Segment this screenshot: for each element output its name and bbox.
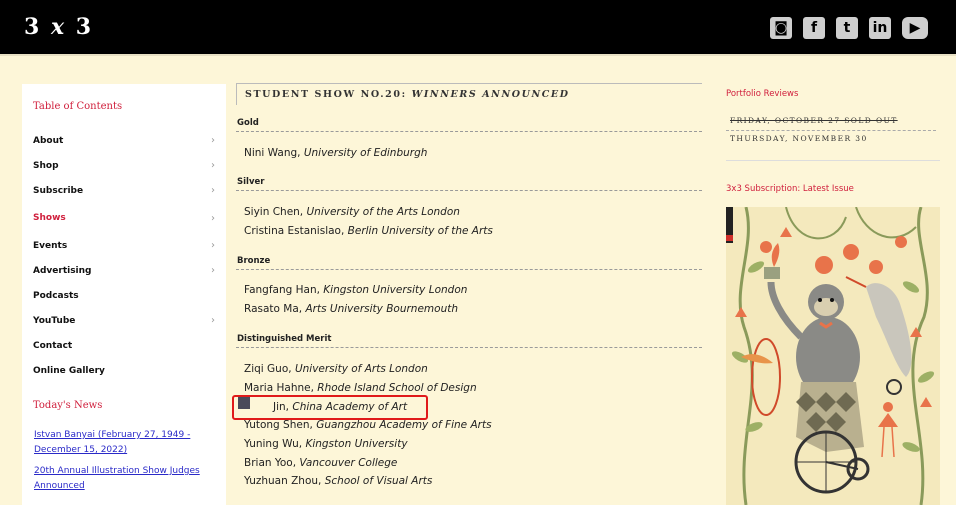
sidebar-item-label: Shop: [33, 160, 59, 171]
divider: [236, 131, 702, 132]
news-title: Today's News: [33, 400, 103, 411]
winner-school: Guangzhou Academy of Fine Arts: [316, 419, 492, 431]
sidebar-item-label: Subscribe: [33, 185, 84, 196]
winner-name: Yutong Shen,: [244, 419, 313, 431]
winner-school: University of the Arts London: [306, 206, 460, 218]
sidebar-item-shop[interactable]: Shop ›: [33, 153, 215, 178]
sidebar-item-about[interactable]: About ›: [33, 128, 215, 153]
cover-illustration: [726, 207, 940, 505]
event-date[interactable]: THURSDAY, NOVEMBER 30: [730, 134, 868, 143]
sidebar-item-contact[interactable]: Contact: [33, 333, 215, 358]
sidebar-item-podcasts[interactable]: Podcasts: [33, 283, 215, 308]
winner-row: Fangfang Han, Kingston University London: [244, 284, 467, 296]
winner-row: Maria Hahne, Rhode Island School of Desi…: [244, 382, 477, 394]
sidebar-item-online-gallery[interactable]: Online Gallery: [33, 358, 215, 383]
chevron-right-icon: ›: [211, 185, 215, 196]
chevron-right-icon: ›: [211, 135, 215, 146]
winner-row: Brian Yoo, Vancouver College: [244, 457, 397, 469]
page-title: STUDENT SHOW NO.20: WINNERS ANNOUNCED: [236, 83, 702, 105]
news-link[interactable]: 20th Annual Illustration Show Judges Ann…: [34, 464, 214, 494]
winner-name: Brian Yoo,: [244, 457, 297, 469]
site-logo[interactable]: 3 x 3: [24, 14, 93, 40]
winner-school: Berlin University of the Arts: [347, 225, 493, 237]
social-links: ◙ f t in ▶: [770, 17, 928, 39]
category-bronze: Bronze: [237, 256, 271, 266]
winner-school: Kingston University: [305, 438, 408, 450]
winner-row: Rasato Ma, Arts University Bournemouth: [244, 303, 458, 315]
winner-row: Yutong Shen, Guangzhou Academy of Fine A…: [244, 419, 492, 431]
instagram-icon[interactable]: ◙: [770, 17, 792, 39]
category-distinguished-merit: Distinguished Merit: [237, 334, 332, 344]
sidebar-item-label: Online Gallery: [33, 365, 105, 376]
divider: [236, 347, 702, 348]
divider: [236, 190, 702, 191]
chevron-right-icon: ›: [211, 212, 215, 224]
site-header: 3 x 3 ◙ f t in ▶: [0, 0, 956, 56]
sidebar-item-subscribe[interactable]: Subscribe ›: [33, 178, 215, 203]
winner-name: Yuzhuan Zhou,: [244, 475, 322, 487]
linkedin-icon[interactable]: in: [869, 17, 891, 39]
news-link[interactable]: Istvan Banyai (February 27, 1949 - Decem…: [34, 428, 214, 458]
chevron-right-icon: ›: [211, 265, 215, 276]
sidebar-item-label: Events: [33, 240, 68, 251]
winner-school: Arts University Bournemouth: [305, 303, 458, 315]
event-date-sold-out: FRIDAY, OCTOBER 27 SOLD OUT: [730, 116, 898, 125]
winner-name: Fangfang Han,: [244, 284, 320, 296]
facebook-icon[interactable]: f: [803, 17, 825, 39]
sidebar-item-events[interactable]: Events ›: [33, 233, 215, 258]
sidebar-item-label: Podcasts: [33, 290, 79, 301]
divider: [726, 160, 940, 161]
winner-school: Rhode Island School of Design: [317, 382, 477, 394]
winner-row: Nini Wang, University of Edinburgh: [244, 147, 427, 159]
portfolio-reviews-link[interactable]: Portfolio Reviews: [726, 89, 798, 99]
category-silver: Silver: [237, 177, 265, 187]
subscription-link[interactable]: 3x3 Subscription: Latest Issue: [726, 184, 854, 194]
winner-name: Nini Wang,: [244, 147, 301, 159]
winner-name: Cristina Estanislao,: [244, 225, 345, 237]
winner-name: Yuning Wu,: [244, 438, 303, 450]
winner-school: Kingston University London: [323, 284, 468, 296]
winner-row: Cristina Estanislao, Berlin University o…: [244, 225, 493, 237]
sidebar-item-label: YouTube: [33, 315, 76, 326]
sidebar-item-label: Contact: [33, 340, 73, 351]
sidebar-item-label: Advertising: [33, 265, 92, 276]
chevron-right-icon: ›: [211, 240, 215, 251]
page-title-main: STUDENT SHOW NO.20:: [245, 89, 407, 100]
page-title-sub: WINNERS ANNOUNCED: [411, 89, 570, 100]
tumblr-icon[interactable]: t: [836, 17, 858, 39]
winner-school: University of Edinburgh: [303, 147, 428, 159]
logo-digit: 3: [24, 14, 42, 40]
sidebar: Table of Contents About › Shop › Subscribe…: [22, 84, 226, 505]
winner-name: Ziqi Guo,: [244, 363, 292, 375]
chevron-right-icon: ›: [211, 315, 215, 326]
divider: [236, 269, 702, 270]
sidebar-item-label: About: [33, 135, 64, 146]
winner-name: Siyin Chen,: [244, 206, 304, 218]
sidebar-nav: About › Shop › Subscribe › Shows › Events › A…: [33, 128, 215, 383]
winner-name: Maria Hahne,: [244, 382, 314, 394]
toc-title: Table of Contents: [33, 101, 123, 112]
highlight-box: [232, 395, 428, 420]
sidebar-item-shows[interactable]: Shows ›: [33, 203, 215, 233]
news-list: Istvan Banyai (February 27, 1949 - Decem…: [34, 428, 214, 500]
winner-row: Yuning Wu, Kingston University: [244, 438, 408, 450]
youtube-icon[interactable]: ▶: [902, 17, 928, 39]
magazine-cover-image[interactable]: [726, 207, 940, 505]
sidebar-item-youtube[interactable]: YouTube ›: [33, 308, 215, 333]
winner-row: Yuzhuan Zhou, School of Visual Arts: [244, 475, 432, 487]
cursor-marker-icon: [238, 397, 250, 409]
category-gold: Gold: [237, 118, 259, 128]
sidebar-item-label: Shows: [33, 213, 66, 223]
divider: [726, 130, 936, 131]
logo-x: x: [50, 14, 67, 40]
sidebar-item-advertising[interactable]: Advertising ›: [33, 258, 215, 283]
winner-school: School of Visual Arts: [324, 475, 433, 487]
winner-name: Rasato Ma,: [244, 303, 303, 315]
winner-school: University of Arts London: [294, 363, 428, 375]
chevron-right-icon: ›: [211, 160, 215, 171]
logo-digit: 3: [75, 14, 94, 40]
winner-row: Siyin Chen, University of the Arts Londo…: [244, 206, 460, 218]
winner-row: Ziqi Guo, University of Arts London: [244, 363, 428, 375]
winner-school: Vancouver College: [299, 457, 398, 469]
